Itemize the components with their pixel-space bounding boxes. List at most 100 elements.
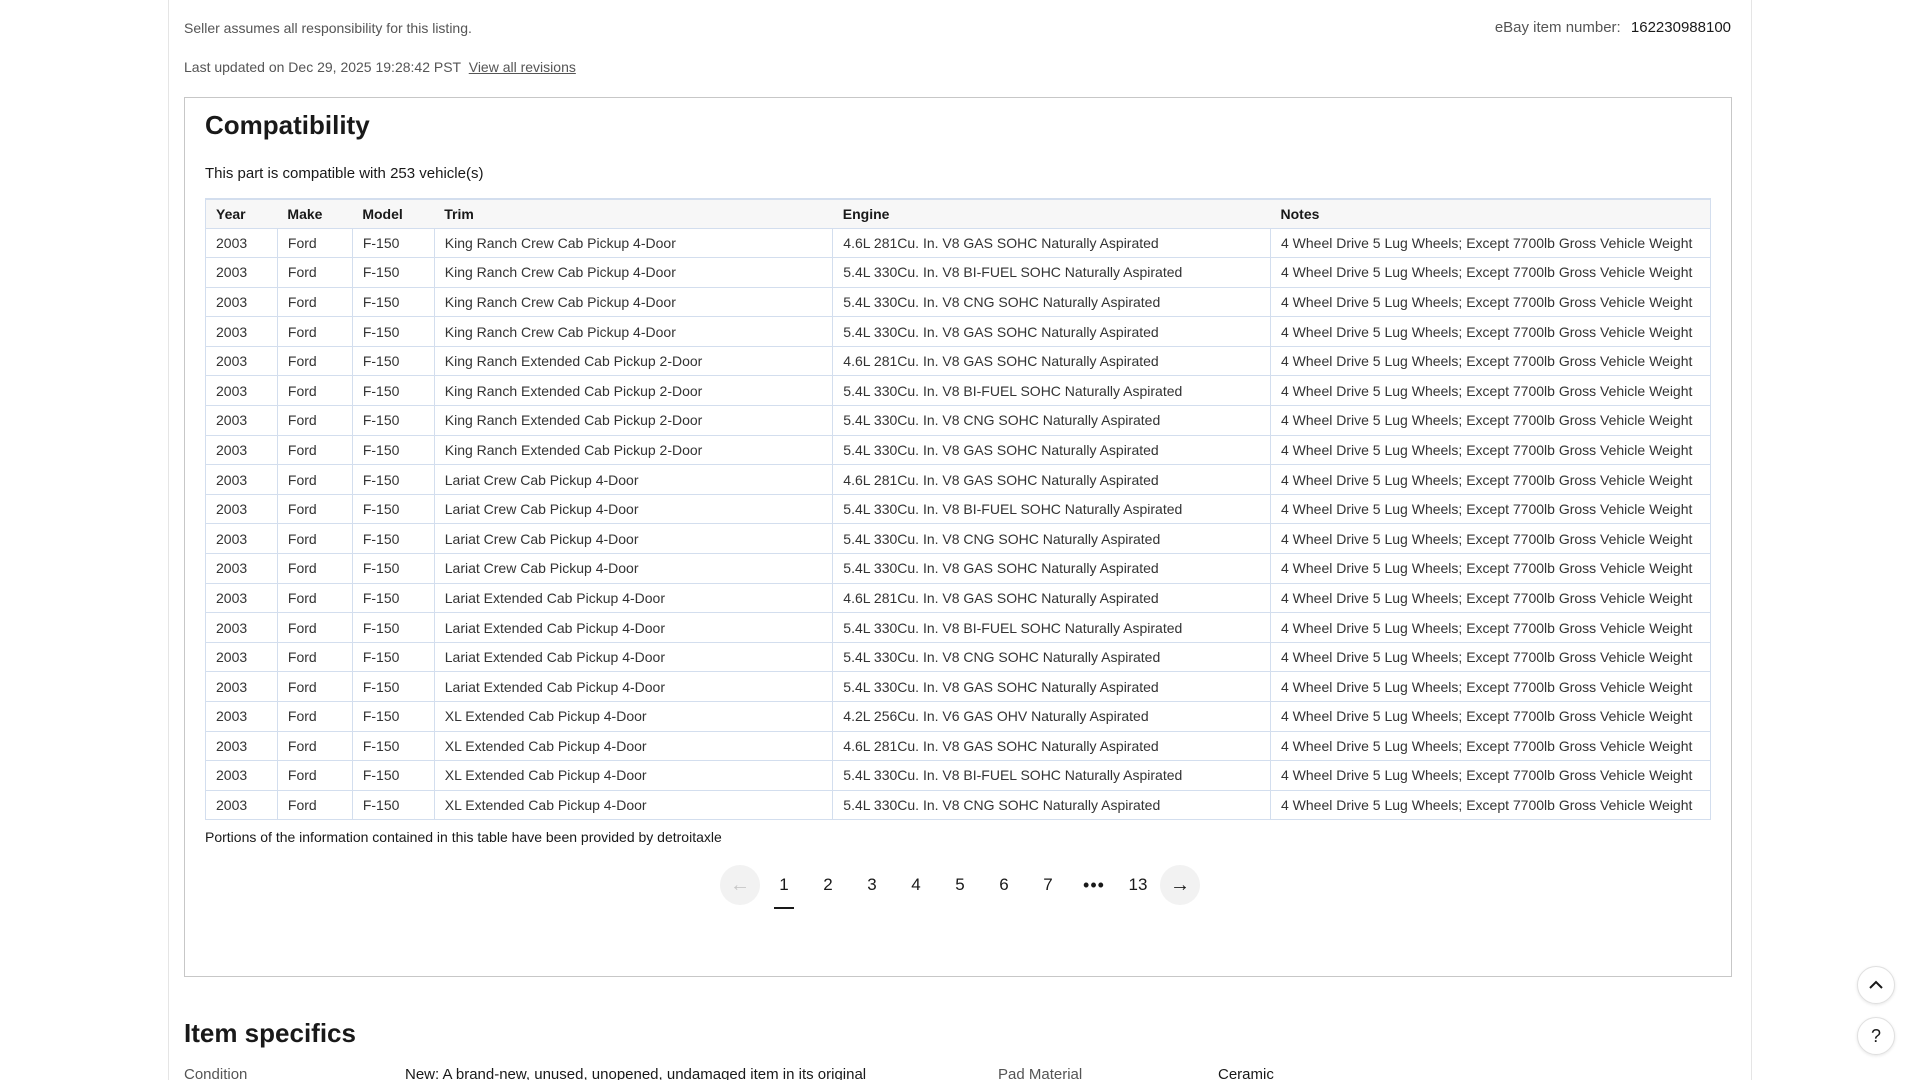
cell-make: Ford xyxy=(277,464,353,495)
cell-year: 2003 xyxy=(205,701,278,732)
table-row: 2003 Ford F-150 King Ranch Crew Cab Pickup … xyxy=(205,228,1711,259)
table-row: 2003 Ford F-150 Lariat Crew Cab Pickup 4-Do… xyxy=(205,494,1711,525)
cell-model: F-150 xyxy=(352,346,435,377)
cell-year: 2003 xyxy=(205,760,278,791)
compatibility-title: Compatibility xyxy=(205,110,370,140)
cell-trim: King Ranch Extended Cab Pickup 2-Door xyxy=(434,346,834,377)
cell-trim: King Ranch Extended Cab Pickup 2-Door xyxy=(434,375,834,407)
cell-trim: Lariat Extended Cab Pickup 4-Door xyxy=(434,612,834,643)
cell-year: 2003 xyxy=(205,435,278,466)
cell-notes: 4 Wheel Drive 5 Lug Wheels; Except 7700l… xyxy=(1270,731,1711,762)
cell-trim: Lariat Crew Cab Pickup 4-Door xyxy=(434,553,834,584)
cell-model: F-150 xyxy=(352,435,435,466)
cell-year: 2003 xyxy=(205,257,278,288)
cell-make: Ford xyxy=(277,701,353,732)
cell-make: Ford xyxy=(277,435,353,466)
cell-model: F-150 xyxy=(352,642,435,673)
condition-value: New: A brand-new, unused, unopened, unda… xyxy=(405,1066,867,1080)
item-number-value: 162230988100 xyxy=(1630,19,1731,36)
cell-year: 2003 xyxy=(205,346,278,377)
pagination-page-6[interactable]: 6 xyxy=(982,865,1026,905)
cell-year: 2003 xyxy=(205,316,278,347)
cell-year: 2003 xyxy=(205,790,278,821)
cell-model: F-150 xyxy=(352,287,435,318)
cell-make: Ford xyxy=(277,405,353,436)
table-row: 2003 Ford F-150 Lariat Crew Cab Pickup 4-Do… xyxy=(205,553,1711,584)
table-row: 2003 Ford F-150 XL Extended Cab Pickup 4-Do… xyxy=(205,701,1711,732)
cell-model: F-150 xyxy=(352,257,435,288)
pagination-ellipsis: ••• xyxy=(1083,874,1105,895)
compatibility-table-body: 2003 Ford F-150 King Ranch Crew Cab Pickup … xyxy=(205,228,1711,821)
portions-note: Portions of the information contained in… xyxy=(205,829,722,845)
pagination-page-1[interactable]: 1 xyxy=(762,865,806,909)
cell-make: Ford xyxy=(277,671,353,702)
help-icon: ? xyxy=(1870,1025,1881,1046)
cell-trim: XL Extended Cab Pickup 4-Door xyxy=(434,731,834,762)
cell-model: F-150 xyxy=(352,760,435,791)
cell-make: Ford xyxy=(277,375,353,407)
cell-trim: Lariat Crew Cab Pickup 4-Door xyxy=(434,464,834,495)
cell-make: Ford xyxy=(277,642,353,673)
cell-model: F-150 xyxy=(352,494,435,525)
pagination-next-button[interactable]: → xyxy=(1160,865,1200,905)
cell-model: F-150 xyxy=(352,553,435,584)
cell-make: Ford xyxy=(277,553,353,584)
cell-engine: 4.6L 281Cu. In. V8 GAS SOHC Naturally As… xyxy=(832,464,1271,495)
col-header-model: Model xyxy=(352,198,435,229)
cell-make: Ford xyxy=(277,612,353,643)
cell-year: 2003 xyxy=(205,583,278,614)
chevron-up-icon xyxy=(1869,980,1883,989)
cell-trim: King Ranch Crew Cab Pickup 4-Door xyxy=(434,287,834,318)
help-button[interactable]: ? xyxy=(1857,1017,1895,1055)
table-row: 2003 Ford F-150 Lariat Extended Cab Pickup … xyxy=(205,612,1711,643)
col-header-trim: Trim xyxy=(434,198,833,229)
cell-engine: 4.2L 256Cu. In. V6 GAS OHV Naturally Asp… xyxy=(832,701,1271,732)
cell-make: Ford xyxy=(277,316,353,347)
cell-notes: 4 Wheel Drive 5 Lug Wheels; Except 7700l… xyxy=(1270,287,1711,318)
scroll-to-top-button[interactable] xyxy=(1857,966,1895,1004)
table-row: 2003 Ford F-150 Lariat Crew Cab Pickup 4-Do… xyxy=(205,464,1711,495)
cell-make: Ford xyxy=(277,346,353,377)
cell-notes: 4 Wheel Drive 5 Lug Wheels; Except 7700l… xyxy=(1270,701,1711,732)
cell-notes: 4 Wheel Drive 5 Lug Wheels; Except 7700l… xyxy=(1270,257,1711,288)
cell-model: F-150 xyxy=(352,701,435,732)
view-revisions-link[interactable]: View all revisions xyxy=(469,59,576,75)
cell-notes: 4 Wheel Drive 5 Lug Wheels; Except 7700l… xyxy=(1270,435,1711,466)
cell-make: Ford xyxy=(277,760,353,791)
cell-year: 2003 xyxy=(205,642,278,673)
cell-model: F-150 xyxy=(352,375,435,407)
cell-engine: 5.4L 330Cu. In. V8 BI-FUEL SOHC Naturall… xyxy=(832,494,1271,525)
col-header-year: Year xyxy=(205,198,278,229)
cell-trim: XL Extended Cab Pickup 4-Door xyxy=(434,760,834,791)
cell-notes: 4 Wheel Drive 5 Lug Wheels; Except 7700l… xyxy=(1270,405,1711,436)
pagination-prev-button[interactable]: ← xyxy=(720,865,760,905)
cell-engine: 4.6L 281Cu. In. V8 GAS SOHC Naturally As… xyxy=(832,731,1271,762)
cell-trim: Lariat Extended Cab Pickup 4-Door xyxy=(434,642,834,673)
cell-trim: King Ranch Crew Cab Pickup 4-Door xyxy=(434,228,834,259)
pagination-page-3[interactable]: 3 xyxy=(850,865,894,905)
cell-trim: Lariat Crew Cab Pickup 4-Door xyxy=(434,523,834,555)
pagination-page-last[interactable]: 13 xyxy=(1116,865,1160,905)
cell-year: 2003 xyxy=(205,553,278,584)
pad-material-label: Pad Material xyxy=(998,1066,1083,1080)
cell-year: 2003 xyxy=(205,523,278,555)
item-number: eBay item number: 162230988100 xyxy=(1495,19,1731,36)
cell-notes: 4 Wheel Drive 5 Lug Wheels; Except 7700l… xyxy=(1270,523,1711,555)
cell-trim: Lariat Extended Cab Pickup 4-Door xyxy=(434,583,834,614)
col-header-make: Make xyxy=(277,198,353,229)
pagination-page-2[interactable]: 2 xyxy=(806,865,850,905)
cell-make: Ford xyxy=(277,494,353,525)
table-row: 2003 Ford F-150 XL Extended Cab Pickup 4-Do… xyxy=(205,760,1711,791)
cell-make: Ford xyxy=(277,731,353,762)
table-row: 2003 Ford F-150 XL Extended Cab Pickup 4-Do… xyxy=(205,790,1711,821)
pagination-pages: 1234567 xyxy=(762,865,1070,909)
cell-engine: 5.4L 330Cu. In. V8 BI-FUEL SOHC Naturall… xyxy=(832,375,1271,407)
table-row: 2003 Ford F-150 Lariat Extended Cab Pickup … xyxy=(205,583,1711,614)
cell-year: 2003 xyxy=(205,671,278,702)
table-row: 2003 Ford F-150 Lariat Extended Cab Pickup … xyxy=(205,671,1711,702)
cell-notes: 4 Wheel Drive 5 Lug Wheels; Except 7700l… xyxy=(1270,583,1711,614)
pagination-page-7[interactable]: 7 xyxy=(1026,865,1070,905)
pagination-page-5[interactable]: 5 xyxy=(938,865,982,905)
cell-engine: 5.4L 330Cu. In. V8 GAS SOHC Naturally As… xyxy=(832,553,1271,584)
pagination-page-4[interactable]: 4 xyxy=(894,865,938,905)
